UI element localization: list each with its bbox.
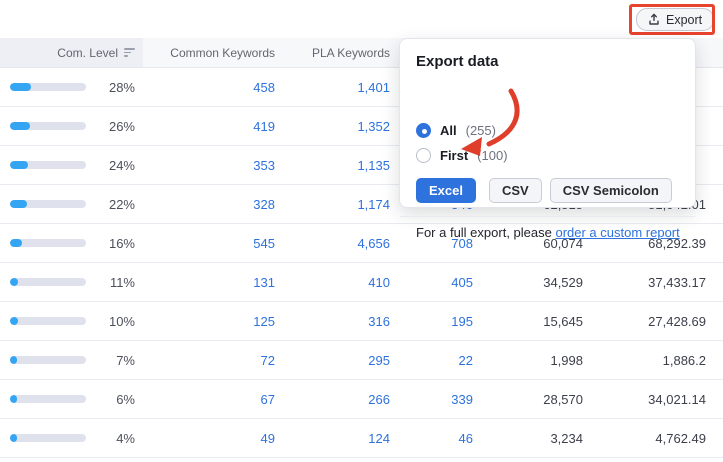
popup-title: Export data (416, 53, 499, 70)
radio-option-first[interactable]: First (100) (416, 148, 508, 163)
pla-keywords-value[interactable]: 410 (275, 263, 390, 301)
col5-value: 15,645 (473, 302, 583, 340)
common-keywords-value[interactable]: 419 (143, 107, 275, 145)
radio-button-icon[interactable] (416, 148, 431, 163)
competition-level-bar (10, 317, 86, 325)
common-keywords-value[interactable]: 353 (143, 146, 275, 184)
footer-text: For a full export, please (416, 225, 555, 240)
col4-value[interactable]: 22 (390, 341, 473, 379)
export-popup: Export data All (255) First (100) Excel … (399, 38, 696, 208)
radio-count: (255) (466, 123, 496, 138)
pla-keywords-value[interactable]: 4,656 (275, 224, 390, 262)
com-level-label: Com. Level (57, 46, 118, 60)
format-buttons-row: Excel CSV CSV Semicolon (416, 178, 680, 203)
toolbar: Export (0, 0, 723, 38)
pla-keywords-value[interactable]: 266 (275, 380, 390, 418)
competition-level-bar (10, 278, 86, 286)
table-row: 4% 49 124 46 3,234 4,762.49 (0, 419, 723, 458)
common-keywords-value[interactable]: 72 (143, 341, 275, 379)
col6-value: 34,021.14 (583, 380, 706, 418)
competition-level-bar (10, 356, 86, 364)
page: Export Com. Level Common Keywords PLA Ke… (0, 0, 723, 462)
radio-button-icon[interactable] (416, 123, 431, 138)
export-button-label: Export (666, 13, 702, 27)
pla-keywords-value[interactable]: 1,135 (275, 146, 390, 184)
excel-button[interactable]: Excel (416, 178, 476, 203)
export-button[interactable]: Export (636, 8, 714, 31)
csv-button[interactable]: CSV (489, 178, 542, 203)
common-keywords-value[interactable]: 458 (143, 68, 275, 106)
column-header-pla-keywords[interactable]: PLA Keywords (275, 38, 390, 67)
table-row: 10% 125 316 195 15,645 27,428.69 (0, 302, 723, 341)
column-header-common-keywords[interactable]: Common Keywords (143, 38, 275, 67)
col4-value[interactable]: 195 (390, 302, 473, 340)
col6-value: 37,433.17 (583, 263, 706, 301)
pla-keywords-value[interactable]: 1,352 (275, 107, 390, 145)
common-keywords-value[interactable]: 328 (143, 185, 275, 223)
pla-keywords-value[interactable]: 295 (275, 341, 390, 379)
col6-value: 27,428.69 (583, 302, 706, 340)
competition-percent: 24% (86, 158, 135, 173)
competition-level-bar (10, 83, 86, 91)
competition-level-bar (10, 200, 86, 208)
pla-keywords-value[interactable]: 1,174 (275, 185, 390, 223)
col5-value: 1,998 (473, 341, 583, 379)
competition-percent: 10% (86, 314, 135, 329)
competition-percent: 22% (86, 197, 135, 212)
competition-level-bar (10, 122, 86, 130)
col5-value: 3,234 (473, 419, 583, 457)
pla-keywords-value[interactable]: 316 (275, 302, 390, 340)
csv-semicolon-button[interactable]: CSV Semicolon (550, 178, 672, 203)
col4-value[interactable]: 339 (390, 380, 473, 418)
popup-divider (400, 216, 695, 217)
competition-percent: 26% (86, 119, 135, 134)
column-header-com-level[interactable]: Com. Level (0, 38, 143, 67)
pla-keywords-value[interactable]: 124 (275, 419, 390, 457)
col6-value: 4,762.49 (583, 419, 706, 457)
common-keywords-value[interactable]: 131 (143, 263, 275, 301)
sort-descending-icon (124, 48, 135, 57)
radio-label: All (440, 123, 457, 138)
competition-percent: 7% (86, 353, 135, 368)
col4-value[interactable]: 46 (390, 419, 473, 457)
col6-value: 1,886.2 (583, 341, 706, 379)
table-row: 11% 131 410 405 34,529 37,433.17 (0, 263, 723, 302)
competition-percent: 16% (86, 236, 135, 251)
col4-value[interactable]: 405 (390, 263, 473, 301)
competition-percent: 6% (86, 392, 135, 407)
col5-value: 34,529 (473, 263, 583, 301)
common-keywords-value[interactable]: 125 (143, 302, 275, 340)
radio-option-all[interactable]: All (255) (416, 123, 496, 138)
upload-icon (648, 13, 660, 26)
competition-level-bar (10, 434, 86, 442)
table-row: 6% 67 266 339 28,570 34,021.14 (0, 380, 723, 419)
radio-label: First (440, 148, 468, 163)
common-keywords-value[interactable]: 67 (143, 380, 275, 418)
col5-value: 28,570 (473, 380, 583, 418)
common-keywords-value[interactable]: 49 (143, 419, 275, 457)
competition-percent: 28% (86, 80, 135, 95)
popup-footer: For a full export, please order a custom… (416, 225, 680, 240)
competition-level-bar (10, 161, 86, 169)
pla-keywords-value[interactable]: 1,401 (275, 68, 390, 106)
competition-percent: 4% (86, 431, 135, 446)
competition-percent: 11% (86, 275, 135, 290)
radio-count: (100) (477, 148, 507, 163)
competition-level-bar (10, 395, 86, 403)
table-row: 7% 72 295 22 1,998 1,886.2 (0, 341, 723, 380)
common-keywords-value[interactable]: 545 (143, 224, 275, 262)
competition-level-bar (10, 239, 86, 247)
order-custom-report-link[interactable]: order a custom report (555, 225, 679, 240)
